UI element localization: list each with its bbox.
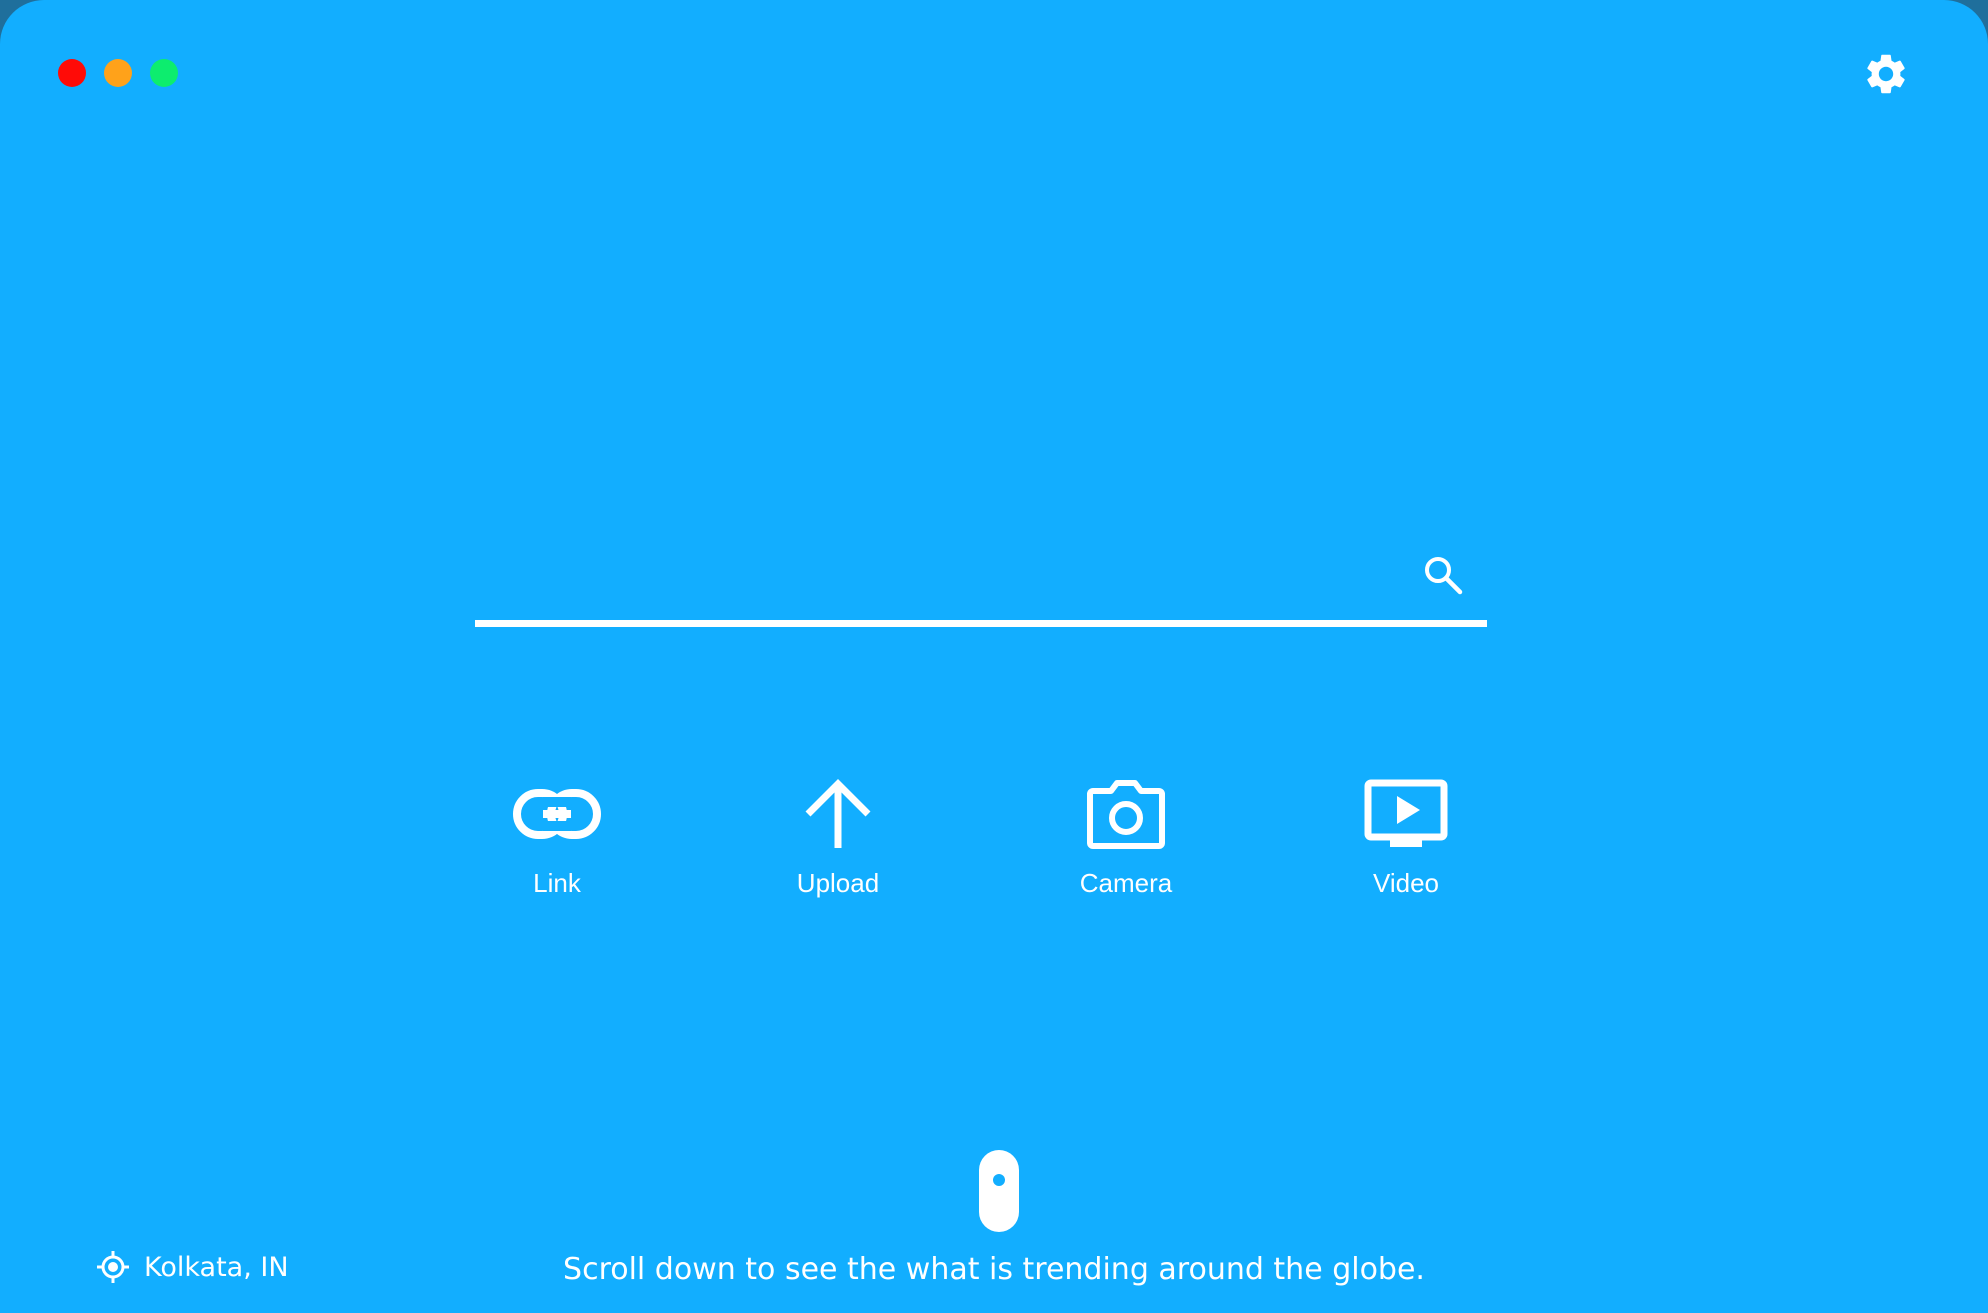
settings-button[interactable] bbox=[1862, 50, 1910, 98]
video-action-label: Video bbox=[1372, 868, 1440, 898]
link-icon bbox=[513, 789, 601, 839]
action-row: Link Upload Camera Video bbox=[0, 776, 1988, 906]
camera-icon bbox=[1087, 780, 1165, 849]
window-controls bbox=[58, 59, 178, 87]
location-indicator[interactable]: Kolkata, IN bbox=[96, 1250, 289, 1284]
upload-action-button[interactable]: Upload bbox=[748, 776, 928, 906]
camera-action-button[interactable]: Camera bbox=[1036, 776, 1216, 906]
search-bar bbox=[475, 540, 1487, 628]
upload-action-label: Upload bbox=[796, 868, 880, 898]
search-underline bbox=[475, 620, 1487, 627]
scroll-hint-container: Scroll down to see the what is trending … bbox=[0, 1252, 1988, 1287]
video-icon bbox=[1364, 779, 1448, 847]
location-text: Kolkata, IN bbox=[144, 1251, 289, 1283]
upload-arrow-icon bbox=[805, 779, 871, 848]
mouse-scroll-icon bbox=[979, 1150, 1019, 1232]
link-action-button[interactable]: Link bbox=[467, 776, 647, 906]
maximize-window-button[interactable] bbox=[150, 59, 178, 87]
close-window-button[interactable] bbox=[58, 59, 86, 87]
gear-icon bbox=[1867, 54, 1905, 94]
mouse-wheel bbox=[993, 1174, 1005, 1186]
scroll-hint-text: Scroll down to see the what is trending … bbox=[563, 1252, 1425, 1287]
location-target-icon bbox=[97, 1251, 129, 1283]
minimize-window-button[interactable] bbox=[104, 59, 132, 87]
video-action-button[interactable]: Video bbox=[1316, 776, 1496, 906]
camera-action-label: Camera bbox=[1079, 868, 1173, 898]
app-window: Link Upload Camera Video Scroll down to … bbox=[0, 0, 1988, 1313]
search-button[interactable] bbox=[1422, 554, 1464, 596]
search-icon bbox=[1425, 557, 1463, 595]
search-input[interactable] bbox=[475, 540, 1411, 618]
link-action-label: Link bbox=[533, 868, 581, 898]
